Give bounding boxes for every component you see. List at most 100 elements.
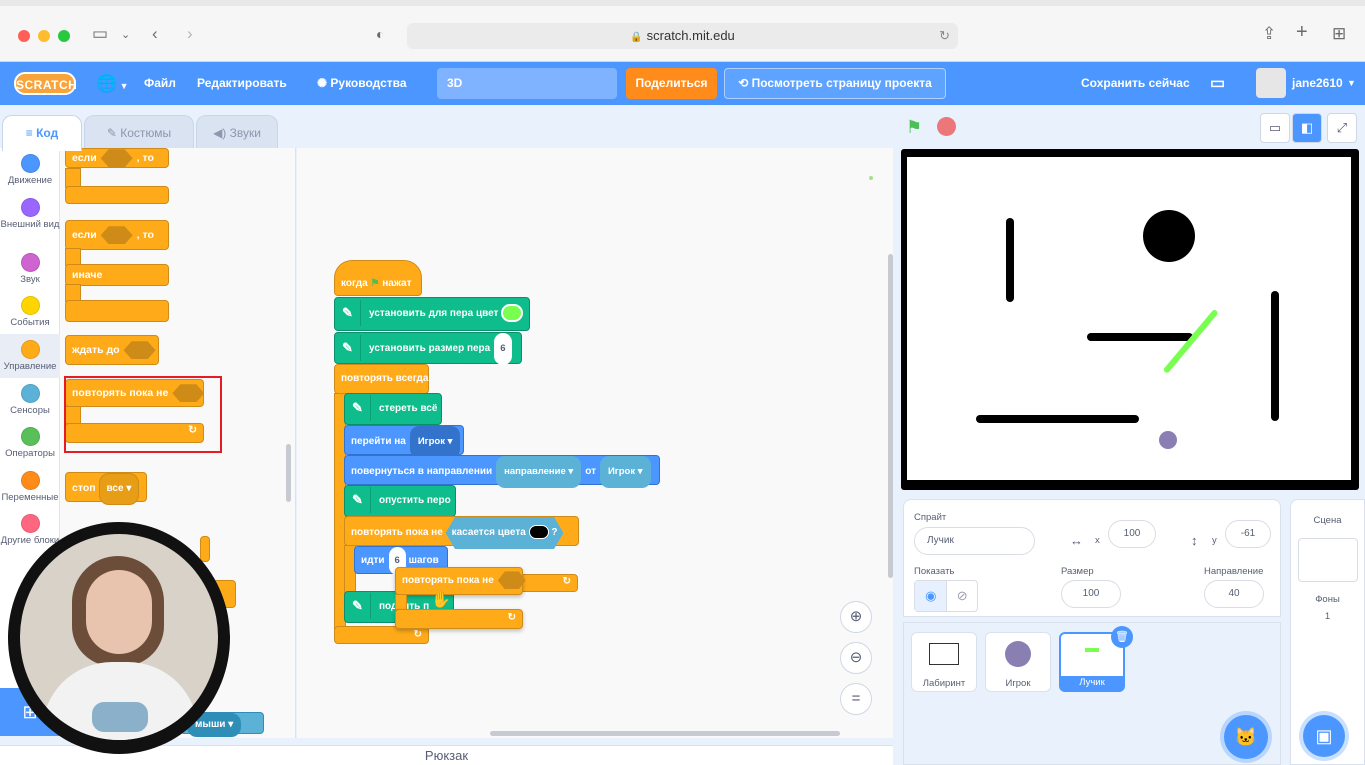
forward-icon[interactable]: › (187, 24, 193, 44)
tab-costumes[interactable]: ✎ Костюмы (84, 115, 194, 151)
category-sound[interactable]: Звук (0, 253, 60, 285)
repeat-until-block[interactable]: повторять пока не касается цвета ? (344, 516, 579, 549)
script-area[interactable]: когда ⚑ нажат ✎ установить для пера цвет … (297, 148, 893, 738)
chevron-down-icon[interactable]: ▼ (1347, 62, 1356, 105)
palette-scrollbar[interactable] (286, 444, 291, 502)
user-avatar[interactable] (1256, 68, 1286, 98)
see-project-page-button[interactable]: ⟲ Посмотреть страницу проекта (724, 68, 946, 99)
tutorials-menu[interactable]: ✺ Руководства (317, 62, 407, 105)
sprite-name-input[interactable]: Лучик (914, 527, 1035, 555)
touch-color-swatch[interactable] (528, 525, 549, 540)
y-position-input[interactable]: -61 (1225, 520, 1271, 548)
chevron-down-icon[interactable]: ⌄ (121, 28, 130, 41)
set-pen-size-block[interactable]: ✎ установить размер пера 6 (334, 332, 522, 365)
direction-input[interactable]: 40 (1204, 580, 1264, 608)
palette-if-else-block[interactable]: если , то (65, 220, 169, 250)
small-stage-icon[interactable]: ▭ (1260, 113, 1290, 143)
eye-off-icon[interactable]: ⊘ (946, 581, 977, 611)
add-sprite-cat-icon[interactable]: 🐱 (1224, 715, 1268, 759)
speaker-icon: ◀) (213, 126, 230, 140)
my-stuff-folder-icon[interactable]: ▭ (1210, 62, 1225, 105)
touching-color-condition[interactable]: касается цвета ? (445, 517, 564, 549)
category-variables[interactable]: Переменные (0, 471, 60, 503)
palette-if-then-block[interactable]: если , то (65, 148, 169, 168)
project-title-input[interactable]: 3D (437, 68, 617, 99)
edit-menu[interactable]: Редактировать (197, 62, 287, 105)
category-my-blocks[interactable]: Другие блоки (0, 514, 60, 546)
dropdown-text: все (106, 483, 124, 494)
large-stage-icon[interactable]: ◧ (1292, 113, 1322, 143)
category-sensing[interactable]: Сенсоры (0, 384, 60, 416)
size-input[interactable]: 100 (1061, 580, 1121, 608)
language-globe-icon[interactable]: 🌐 ▼ (96, 62, 129, 105)
stage[interactable] (901, 149, 1359, 490)
close-window-button[interactable] (18, 30, 30, 42)
new-tab-icon[interactable]: + (1296, 21, 1308, 44)
zoom-in-button[interactable]: ⊕ (840, 601, 872, 633)
zoom-window-button[interactable] (58, 30, 70, 42)
category-operators[interactable]: Операторы (0, 427, 60, 459)
sprite-thumb-player[interactable]: Игрок (985, 632, 1051, 692)
palette-wait-until-block[interactable]: ждать до (65, 335, 159, 365)
zoom-reset-button[interactable]: = (840, 683, 872, 715)
tab-code[interactable]: ≡ Код (2, 115, 82, 151)
person-face (86, 570, 152, 654)
forever-block[interactable]: повторять всегда (334, 364, 429, 394)
grab-hand-cursor-icon: ✋ (431, 592, 451, 609)
category-motion[interactable]: Движение (0, 154, 60, 186)
sprite-thumbnail (929, 643, 959, 665)
file-menu[interactable]: Файл (144, 62, 176, 105)
username[interactable]: jane2610 (1292, 62, 1343, 105)
boolean-slot (100, 149, 133, 168)
eye-icon[interactable]: ◉ (915, 581, 947, 611)
go-to-target-dropdown[interactable]: Игрок ▾ (409, 426, 461, 458)
category-events[interactable]: События (0, 296, 60, 328)
reload-icon[interactable]: ↻ (939, 23, 950, 49)
point-target-dropdown[interactable]: Игрок ▾ (599, 456, 651, 488)
erase-all-block[interactable]: ✎ стереть всё (344, 393, 442, 425)
palette-partial-block[interactable] (200, 536, 210, 562)
add-backdrop-icon[interactable]: ▣ (1303, 715, 1345, 757)
stop-option-dropdown[interactable]: все ▾ (98, 473, 140, 505)
stage-canvas[interactable] (907, 157, 1351, 480)
green-flag-icon: ⚑ (370, 278, 380, 289)
share-button[interactable]: Поделиться (626, 68, 717, 99)
point-towards-block[interactable]: повернуться в направлении направление ▾ от… (344, 455, 660, 488)
category-control[interactable]: Управление (0, 334, 60, 378)
sprite-list: Лабиринт Игрок Лучик 🗑 🐱 (903, 622, 1281, 765)
delete-sprite-trash-icon[interactable]: 🗑 (1111, 626, 1133, 648)
x-position-input[interactable]: 100 (1108, 520, 1156, 548)
sprite-info-panel: Спрайт Лучик ↔ x 100 ↕ y -61 Показать ◉ … (903, 499, 1281, 617)
minimize-window-button[interactable] (38, 30, 50, 42)
zoom-out-button[interactable]: ⊖ (840, 642, 872, 674)
scratch-logo[interactable]: SCRATCH (14, 72, 77, 95)
address-bar[interactable]: 🔒 scratch.mit.edu ↻ (407, 23, 958, 49)
stop-icon[interactable] (937, 117, 956, 136)
category-looks[interactable]: Внешний вид (0, 198, 60, 230)
pen-down-block[interactable]: ✎ опустить перо (344, 485, 456, 517)
set-pen-color-block[interactable]: ✎ установить для пера цвет (334, 297, 530, 331)
dragged-repeat-until-block[interactable]: повторять пока не (395, 567, 526, 595)
stage-target-panel[interactable]: Сцена Фоны 1 ▣ (1290, 499, 1365, 765)
category-label: Управление (3, 361, 57, 372)
save-now-button[interactable]: Сохранить сейчас (1081, 62, 1190, 105)
back-icon[interactable]: ‹ (152, 24, 158, 44)
sprite-thumb-maze[interactable]: Лабиринт (911, 632, 977, 692)
green-flag-icon[interactable]: ⚑ (906, 117, 922, 138)
direction-dropdown[interactable]: направление ▾ (496, 456, 582, 488)
when-flag-clicked-hat[interactable]: когда ⚑ нажат (334, 260, 422, 296)
script-scrollbar-horizontal[interactable] (490, 731, 840, 736)
sidebar-toggle-icon[interactable]: ▭ (92, 24, 108, 44)
go-to-block[interactable]: перейти на Игрок ▾ (344, 425, 464, 458)
share-icon[interactable]: ⇪ (1262, 24, 1276, 44)
else-label: иначе (65, 264, 169, 286)
tab-sounds[interactable]: ◀) Звуки (196, 115, 278, 151)
script-scrollbar-vertical[interactable] (888, 254, 893, 578)
fullscreen-icon[interactable]: ⤢ (1327, 113, 1357, 143)
palette-stop-block[interactable]: стоп все ▾ (65, 472, 147, 505)
tab-overview-icon[interactable]: ⊞ (1332, 24, 1346, 44)
pen-size-input[interactable]: 6 (494, 333, 512, 365)
privacy-shield-icon[interactable]: ◐ (376, 26, 384, 42)
pen-color-swatch[interactable] (501, 304, 524, 323)
category-dot (20, 384, 40, 403)
